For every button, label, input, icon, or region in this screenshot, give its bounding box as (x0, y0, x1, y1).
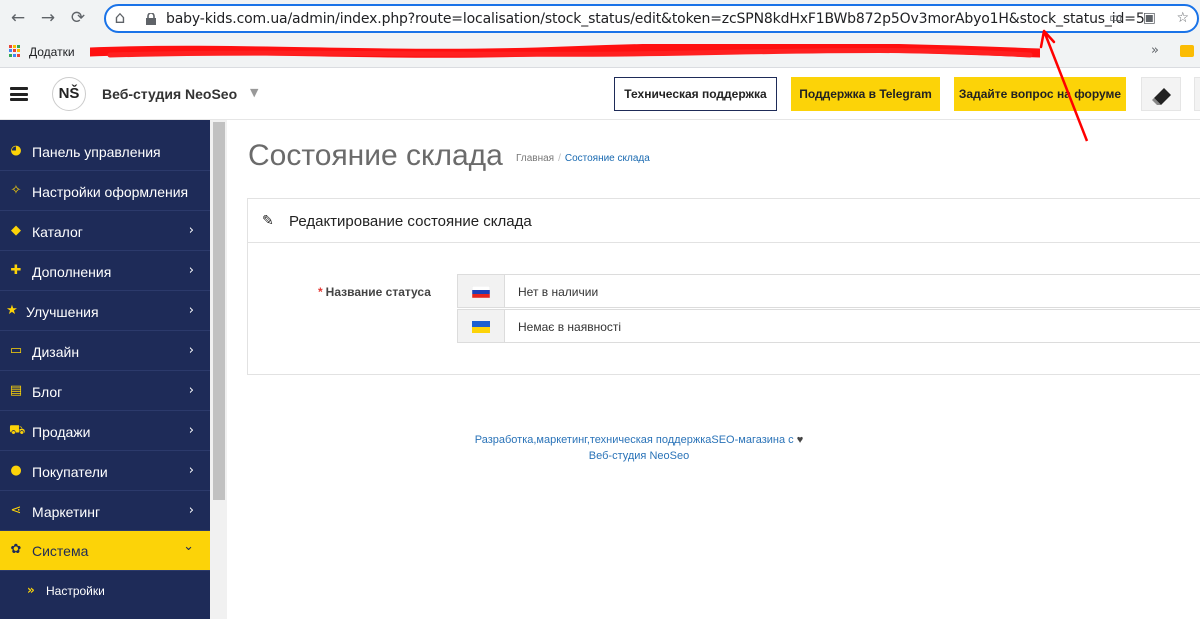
russia-flag-icon (472, 286, 490, 298)
home-icon[interactable]: ⌂ (110, 8, 130, 28)
status-name-input-ua[interactable]: Немає в наявності (457, 309, 1200, 343)
sidebar-item-label: Каталог (32, 224, 83, 240)
breadcrumb-home[interactable]: Главная (516, 153, 554, 164)
ukraine-flag-icon (472, 321, 490, 333)
status-name-input-ru[interactable]: Нет в наличии (457, 274, 1200, 308)
menu-toggle-icon[interactable] (10, 87, 28, 101)
eraser-icon (1152, 88, 1171, 105)
brand-name[interactable]: Веб-студия NeoSeo (102, 86, 237, 102)
extension-icon[interactable]: ▣ (1143, 10, 1156, 26)
annotation-arrow (1039, 29, 1089, 142)
required-mark: * (318, 285, 323, 299)
apps-icon[interactable] (9, 45, 21, 57)
input-value[interactable]: Нет в наличии (518, 285, 598, 299)
chevron-right-icon: › (188, 383, 194, 398)
sidebar-item-label: Настройки оформления (32, 184, 189, 200)
sidebar-item-design-settings[interactable]: ✧ Настройки оформления (0, 172, 210, 211)
bookmarks-bar: Додатки » (0, 37, 1200, 68)
cog-icon: ✿ (10, 542, 22, 557)
footer: Разработка,маркетинг,техническая поддерж… (0, 432, 1200, 464)
user-icon: ● (10, 463, 22, 478)
sidebar-item-label: Маркетинг (32, 504, 101, 520)
telegram-support-button[interactable]: Поддержка в Telegram (791, 77, 940, 111)
folder-icon[interactable] (1180, 45, 1194, 57)
chevron-right-icon: › (188, 303, 194, 318)
tag-icon: ◆ (11, 223, 21, 238)
chevron-down-icon: ⌄ (183, 539, 194, 554)
back-icon[interactable]: ← (8, 8, 28, 28)
sidebar-item-label: Улучшения (26, 304, 99, 320)
edit-panel: ✎ Редактирование состояние склада * Назва… (247, 198, 1200, 375)
sidebar-item-label: Дополнения (32, 264, 112, 280)
file-icon: ▤ (9, 383, 23, 398)
bookmarks-more[interactable]: » (1151, 43, 1159, 58)
panel-header: ✎ Редактирование состояние склада (248, 199, 1200, 243)
magic-wand-icon: ✧ (10, 183, 22, 198)
sidebar: ◕ Панель управления ✧ Настройки оформлен… (0, 120, 210, 619)
lock-icon (146, 13, 156, 25)
apps-label[interactable]: Додатки (29, 45, 75, 59)
sidebar-item-dashboard[interactable]: ◕ Панель управления (0, 132, 210, 171)
breadcrumb-current[interactable]: Состояние склада (565, 153, 650, 164)
footer-credits[interactable]: Разработка,маркетинг,техническая поддерж… (475, 434, 794, 446)
chevron-right-icon: › (188, 343, 194, 358)
sidebar-item-extensions[interactable]: ✚ Дополнения › (0, 252, 210, 291)
browser-toolbar: ← → ⟳ ⌂ baby-kids.com.ua/admin/index.php… (0, 0, 1200, 37)
sidebar-item-marketing[interactable]: ⋖ Маркетинг › (0, 492, 210, 531)
chevron-right-icon: › (188, 463, 194, 478)
tech-support-button[interactable]: Техническая поддержка (614, 77, 777, 111)
reload-icon[interactable]: ⟳ (68, 8, 88, 28)
sidebar-item-catalog[interactable]: ◆ Каталог › (0, 212, 210, 251)
eraser-button[interactable] (1141, 77, 1181, 111)
chevron-right-icon: › (188, 263, 194, 278)
monitor-icon: ▭ (9, 343, 23, 358)
cast-icon[interactable]: ▭ (1109, 10, 1122, 26)
sidebar-subitem-settings[interactable]: » Настройки (0, 571, 210, 611)
url-text[interactable]: baby-kids.com.ua/admin/index.php?route=l… (166, 11, 1145, 27)
heart-icon: ♥ (796, 434, 804, 446)
star-bookmark-icon[interactable]: ☆ (1176, 10, 1189, 26)
page-title: Состояние склада (248, 139, 503, 172)
sidebar-item-improvements[interactable]: ★ Улучшения › (0, 292, 210, 331)
sidebar-item-label: Блог (32, 384, 63, 400)
language-addon-ru (458, 275, 505, 307)
admin-header: NŠ Веб-студия NeoSeo ▼ Техническая подде… (0, 69, 1200, 120)
input-value[interactable]: Немає в наявності (518, 320, 621, 334)
language-addon-ua (458, 310, 505, 342)
chevron-right-icon: › (188, 503, 194, 518)
sidebar-item-design[interactable]: ▭ Дизайн › (0, 332, 210, 371)
chevron-right-icon: › (188, 223, 194, 238)
footer-text: Разработка,маркетинг,техническая поддерж… (454, 432, 824, 448)
star-icon: ★ (6, 303, 18, 318)
pencil-icon: ✎ (262, 213, 274, 229)
sidebar-item-blog[interactable]: ▤ Блог › (0, 372, 210, 411)
panel-title: Редактирование состояние склада (289, 213, 532, 230)
logo[interactable]: NŠ (52, 77, 86, 111)
puzzle-icon: ✚ (10, 263, 22, 278)
status-name-label: * Название статуса (318, 285, 431, 299)
chevron-down-icon[interactable]: ▼ (250, 86, 258, 99)
sidebar-item-label: Система (32, 543, 89, 559)
sidebar-item-label: Панель управления (32, 144, 161, 160)
sidebar-subitem-label: Настройки (46, 584, 105, 598)
dashboard-icon: ◕ (10, 143, 22, 158)
breadcrumb-separator: / (558, 153, 561, 164)
sidebar-item-label: Дизайн (32, 344, 80, 360)
sidebar-item-system[interactable]: ✿ Система ⌄ (0, 531, 210, 571)
double-chevron-right-icon: » (27, 583, 35, 597)
share-icon: ⋖ (10, 503, 22, 518)
forward-icon[interactable]: → (38, 8, 58, 28)
redaction-scribble (90, 44, 1040, 58)
breadcrumb: Главная / Состояние склада (516, 153, 650, 164)
field-label-text: Название статуса (325, 285, 431, 299)
footer-studio-link[interactable]: Веб-студия NeoSeo (454, 448, 824, 464)
sidebar-item-label: Покупатели (32, 464, 108, 480)
header-extra-button[interactable] (1194, 77, 1200, 111)
